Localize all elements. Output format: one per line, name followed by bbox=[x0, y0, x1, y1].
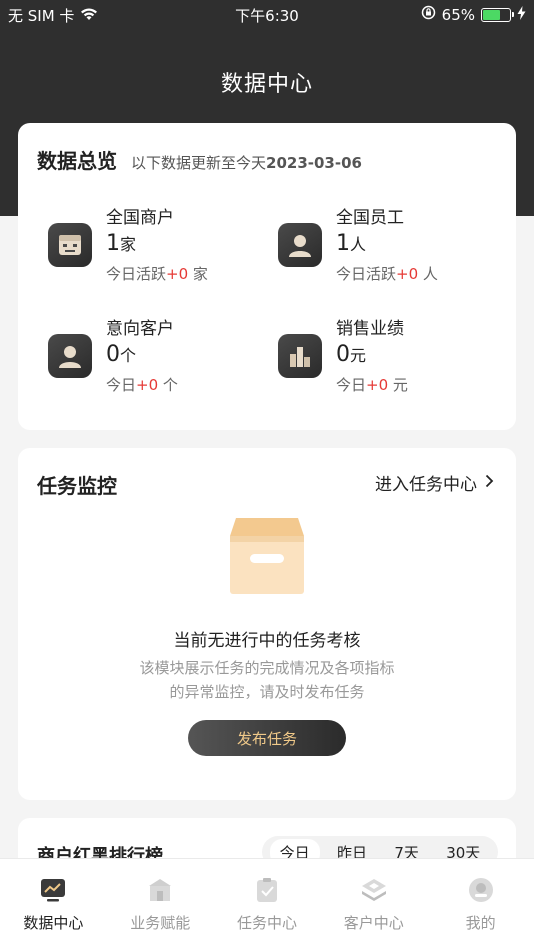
publish-task-button[interactable]: 发布任务 bbox=[188, 720, 346, 756]
tab-data-center[interactable]: 数据中心 bbox=[0, 859, 107, 950]
customer-icon bbox=[48, 334, 92, 378]
chevron-right-icon bbox=[485, 473, 494, 493]
task-title: 任务监控 bbox=[37, 474, 117, 498]
stat-sales[interactable]: 销售业绩 0元 今日+0 元 bbox=[266, 314, 486, 394]
sales-chart-icon bbox=[278, 334, 322, 378]
tab-customer-center[interactable]: 客户中心 bbox=[320, 859, 427, 950]
stat-today: 今日+0 元 bbox=[336, 376, 408, 394]
status-bar: 无 SIM 卡 下午6:30 65% bbox=[0, 0, 534, 30]
stat-name: 意向客户 bbox=[106, 319, 174, 339]
battery-icon bbox=[481, 7, 514, 22]
stat-value: 1人 bbox=[336, 231, 367, 256]
stat-customers[interactable]: 意向客户 0个 今日+0 个 bbox=[36, 314, 256, 394]
task-icon bbox=[252, 875, 282, 905]
empty-box-icon bbox=[228, 516, 306, 596]
battery-percent: 65% bbox=[441, 5, 475, 24]
tab-task-center[interactable]: 任务中心 bbox=[214, 859, 321, 950]
stat-name: 全国员工 bbox=[336, 208, 404, 228]
business-icon bbox=[145, 875, 175, 905]
overview-title: 数据总览 bbox=[37, 149, 117, 173]
orientation-lock-icon bbox=[421, 5, 436, 24]
stat-today: 今日+0 个 bbox=[106, 376, 178, 394]
data-center-icon bbox=[38, 875, 68, 905]
stat-value: 0个 bbox=[106, 342, 137, 367]
stat-today: 今日活跃+0 家 bbox=[106, 265, 208, 283]
overview-subtitle: 以下数据更新至今天2023-03-06 bbox=[131, 154, 362, 172]
customer-center-icon bbox=[359, 875, 389, 905]
update-date: 2023-03-06 bbox=[266, 154, 362, 172]
tab-profile[interactable]: 我的 bbox=[427, 859, 534, 950]
empty-title: 当前无进行中的任务考核 bbox=[173, 631, 361, 651]
stat-merchants[interactable]: 全国商户 1家 今日活跃+0 家 bbox=[36, 203, 256, 283]
merchant-icon bbox=[48, 223, 92, 267]
tab-business[interactable]: 业务赋能 bbox=[107, 859, 214, 950]
charging-icon bbox=[517, 5, 526, 24]
stat-value: 0元 bbox=[336, 342, 367, 367]
stat-value: 1家 bbox=[106, 231, 137, 256]
stat-name: 销售业绩 bbox=[336, 319, 404, 339]
empty-description: 该模块展示任务的完成情况及各项指标 的异常监控，请及时发布任务 bbox=[139, 659, 395, 701]
overview-card: 数据总览 以下数据更新至今天2023-03-06 全国商户 1家 今日活跃+0 … bbox=[18, 123, 516, 430]
stat-employees[interactable]: 全国员工 1人 今日活跃+0 人 bbox=[266, 203, 486, 283]
stat-today: 今日活跃+0 人 bbox=[336, 265, 438, 283]
employee-icon bbox=[278, 223, 322, 267]
enter-task-center-link[interactable]: 进入任务中心 bbox=[375, 470, 494, 495]
bottom-tab-bar: 数据中心 业务赋能 任务中心 客户中心 我的 bbox=[0, 858, 534, 950]
task-monitor-card: 任务监控 进入任务中心 当前无进行中的任务考核 该模块展示任务的完成情况及各项指… bbox=[18, 448, 516, 800]
page-title: 数据中心 bbox=[220, 72, 313, 97]
profile-icon bbox=[466, 875, 496, 905]
stat-name: 全国商户 bbox=[106, 208, 174, 228]
